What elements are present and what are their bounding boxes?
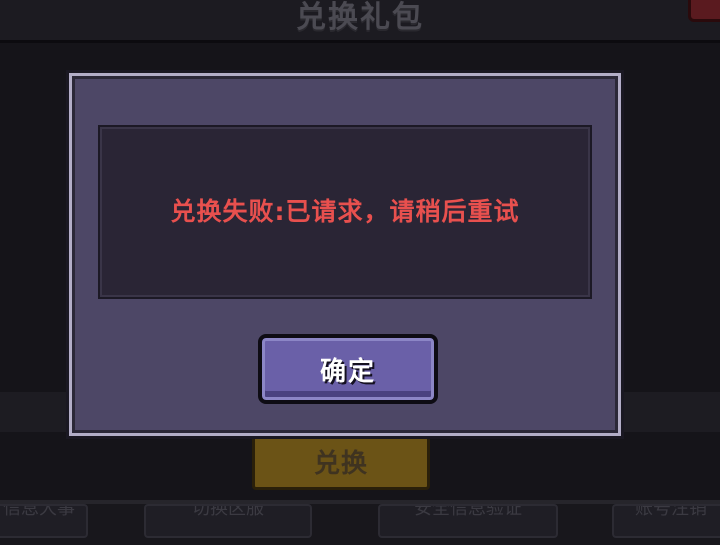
game-screen: 兑换礼包 兑换 信息大事 切换区服 安全信息验证 账号注销 兑换失败:已请求，请…: [0, 0, 720, 545]
background-tab: 切换区服: [144, 504, 312, 538]
background-tab: 安全信息验证: [378, 504, 558, 538]
background-tab-label: 信息大事: [3, 504, 75, 519]
background-tab-label: 账号注销: [635, 504, 707, 519]
background-redeem-button: 兑换: [252, 432, 430, 490]
message-panel: 兑换失败:已请求，请稍后重试: [98, 125, 592, 299]
background-tab-label: 安全信息验证: [414, 504, 522, 519]
background-title: 兑换礼包: [296, 0, 424, 35]
background-header: 兑换礼包: [0, 0, 720, 43]
confirm-button[interactable]: 确定: [258, 334, 438, 404]
error-message: 兑换失败:已请求，请稍后重试: [170, 197, 520, 226]
background-tab: 信息大事: [0, 504, 88, 538]
confirm-button-label: 确定: [319, 356, 376, 387]
error-dialog: 兑换失败:已请求，请稍后重试 确定: [69, 73, 621, 436]
background-redeem-label: 兑换: [313, 448, 368, 479]
background-tab: 账号注销: [612, 504, 720, 538]
background-tab-label: 切换区服: [192, 504, 264, 519]
background-close-button: [688, 0, 720, 22]
